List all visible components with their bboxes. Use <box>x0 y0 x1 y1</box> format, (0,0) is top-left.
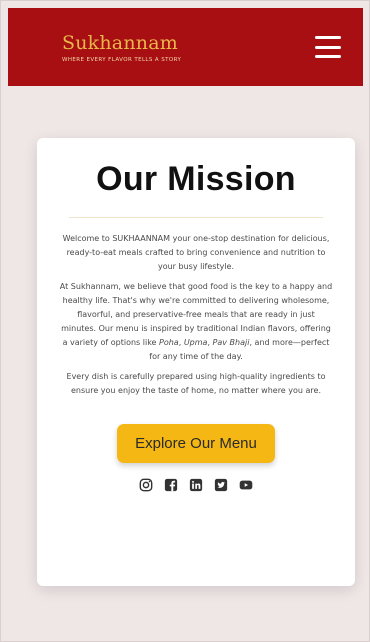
explore-menu-button[interactable]: Explore Our Menu <box>117 424 275 463</box>
mission-title: Our Mission <box>96 160 296 198</box>
twitter-icon[interactable] <box>214 478 228 492</box>
dish-pav-bhaji: Pav Bhaji <box>212 338 250 347</box>
mission-paragraph-1: Welcome to SUKHAANNAM your one-stop dest… <box>62 234 330 271</box>
mission-card: Our Mission Welcome to SUKHAANNAM your o… <box>37 138 355 586</box>
hamburger-bar <box>315 45 341 49</box>
hamburger-bar <box>315 36 341 39</box>
logo-title: Sukhannam <box>62 31 178 54</box>
instagram-icon[interactable] <box>139 478 153 492</box>
brand-logo[interactable]: Sukhannam Where every flavor tells a sto… <box>62 32 181 63</box>
linkedin-icon[interactable] <box>189 478 203 492</box>
hamburger-menu-icon[interactable] <box>315 36 341 58</box>
logo-tagline: Where every flavor tells a story <box>62 56 182 63</box>
mission-paragraph-3: Every dish is carefully prepared using h… <box>66 372 326 395</box>
mission-paragraph-2: At Sukhannam, we believe that good food … <box>59 280 333 364</box>
navbar: Sukhannam Where every flavor tells a sto… <box>8 8 363 86</box>
hamburger-bar <box>315 55 341 58</box>
youtube-icon[interactable] <box>239 478 253 492</box>
facebook-icon[interactable] <box>164 478 178 492</box>
dish-poha: Poha <box>159 338 179 347</box>
social-links <box>59 478 333 492</box>
title-divider <box>69 217 323 218</box>
dish-upma: Upma <box>183 338 208 347</box>
